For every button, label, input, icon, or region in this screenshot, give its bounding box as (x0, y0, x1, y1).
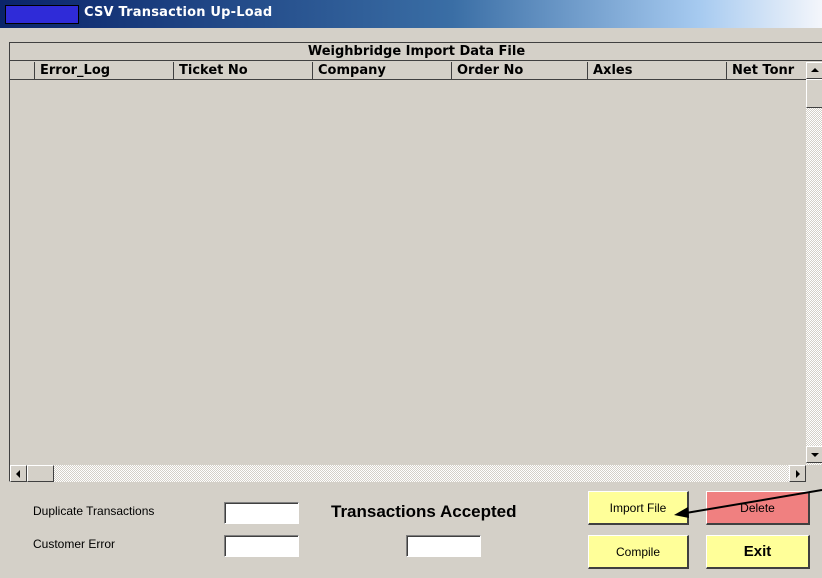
scroll-left-button[interactable] (10, 465, 27, 482)
transactions-accepted-label: Transactions Accepted (331, 502, 517, 521)
scroll-up-button[interactable] (806, 62, 822, 79)
duplicate-transactions-label: Duplicate Transactions (33, 504, 155, 518)
column-header-company[interactable]: Company (312, 62, 451, 80)
column-header-axles[interactable]: Axles (587, 62, 726, 80)
compile-button[interactable]: Compile (588, 535, 689, 569)
annotation-arrow-icon (674, 489, 822, 518)
scroll-right-button[interactable] (789, 465, 806, 482)
horizontal-scroll-thumb[interactable] (27, 465, 54, 482)
scroll-down-button[interactable] (806, 446, 822, 463)
vertical-scrollbar[interactable] (806, 62, 822, 482)
arrow-up-icon (811, 68, 819, 72)
arrow-right-icon (796, 470, 800, 478)
grid-caption: Weighbridge Import Data File (10, 43, 822, 61)
window-title: CSV Transaction Up-Load (84, 5, 273, 20)
customer-error-field[interactable] (224, 535, 299, 557)
horizontal-scrollbar[interactable] (10, 465, 806, 482)
row-selector-header[interactable] (10, 62, 34, 80)
arrow-left-icon (16, 470, 20, 478)
column-header-order-no[interactable]: Order No (451, 62, 587, 80)
grid-header-row: Error_Log Ticket No Company Order No Axl… (10, 62, 822, 80)
column-header-ticket-no[interactable]: Ticket No (173, 62, 312, 80)
column-header-net-tonnes[interactable]: Net Tonr (726, 62, 806, 80)
transactions-accepted-field[interactable] (406, 535, 481, 557)
vertical-scroll-thumb[interactable] (806, 79, 822, 108)
arrow-down-icon (811, 453, 819, 457)
duplicate-transactions-field[interactable] (224, 502, 299, 524)
column-header-error-log[interactable]: Error_Log (34, 62, 173, 80)
app-icon (5, 5, 79, 24)
import-data-grid[interactable]: Weighbridge Import Data File Error_Log T… (9, 42, 822, 482)
title-bar[interactable]: CSV Transaction Up-Load (0, 0, 822, 28)
scrollbar-corner (806, 465, 822, 482)
exit-button[interactable]: Exit (706, 535, 810, 569)
customer-error-label: Customer Error (33, 537, 116, 551)
